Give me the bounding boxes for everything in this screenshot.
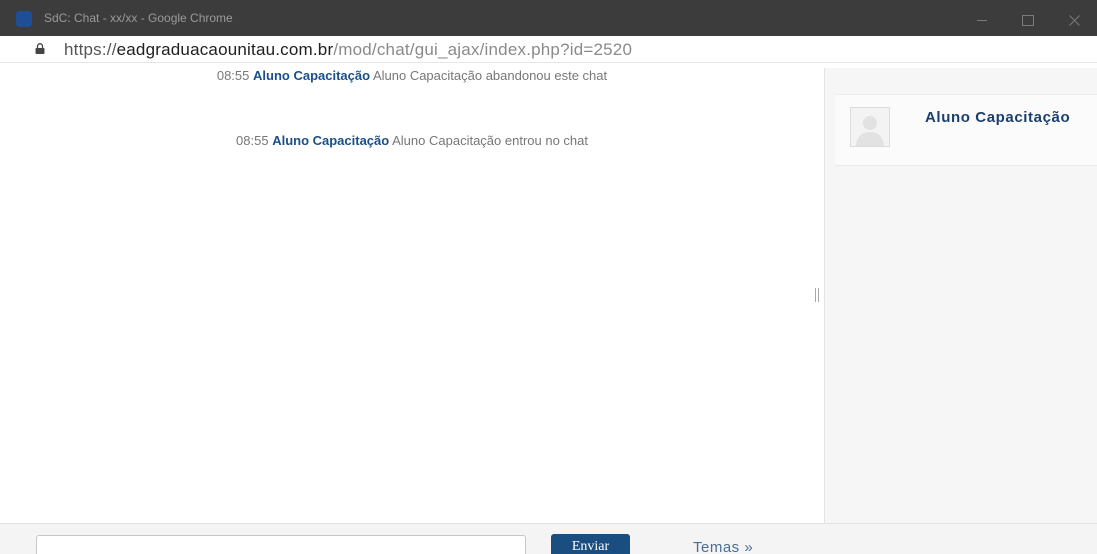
avatar-silhouette — [856, 116, 884, 146]
resize-handle[interactable] — [815, 288, 819, 302]
chat-message: 08:55 Aluno Capacitação Aluno Capacitaçã… — [0, 133, 824, 148]
address-bar[interactable]: https://eadgraduacaounitau.com.br/mod/ch… — [0, 36, 1097, 63]
message-input[interactable] — [36, 535, 526, 554]
user-avatar-icon — [850, 107, 890, 147]
chat-message: 08:55 Aluno Capacitação Aluno Capacitaçã… — [0, 68, 824, 83]
message-time: 08:55 — [216, 68, 250, 83]
browser-window: SdC: Chat - xx/xx - Google Chrome https:… — [0, 0, 1097, 554]
url-domain: eadgraduacaounitau.com.br — [116, 40, 334, 59]
user-list: Aluno Capacitação — [825, 68, 1097, 523]
url-scheme: https:// — [64, 40, 117, 59]
message-text: Aluno Capacitação abandonou este chat — [372, 68, 608, 83]
window-title: SdC: Chat - xx/xx - Google Chrome — [44, 11, 233, 25]
message-text: Aluno Capacitação entrou no chat — [392, 133, 588, 148]
minimize-button[interactable] — [959, 0, 1005, 40]
message-user[interactable]: Aluno Capacitação — [253, 68, 370, 83]
minimize-icon — [977, 19, 987, 21]
user-list-item[interactable]: Aluno Capacitação — [835, 94, 1097, 166]
composer-bar: Enviar Temas » — [0, 523, 1097, 554]
lock-icon — [35, 43, 45, 54]
maximize-button[interactable] — [1005, 0, 1051, 40]
message-time: 08:55 — [236, 133, 269, 148]
themes-link[interactable]: Temas » — [693, 539, 753, 554]
title-bar: SdC: Chat - xx/xx - Google Chrome — [0, 0, 1097, 40]
url-text[interactable]: https://eadgraduacaounitau.com.br/mod/ch… — [64, 40, 632, 60]
maximize-icon — [1022, 14, 1034, 26]
site-favicon-icon — [16, 11, 32, 27]
user-name[interactable]: Aluno Capacitação — [925, 105, 1085, 130]
close-icon — [1068, 14, 1080, 26]
send-button[interactable]: Enviar — [551, 534, 630, 554]
url-path: /mod/chat/gui_ajax/index.php?id=2520 — [333, 40, 633, 59]
close-button[interactable] — [1051, 0, 1097, 40]
chat-messages: 08:55 Aluno Capacitação Aluno Capacitaçã… — [0, 63, 824, 523]
message-user[interactable]: Aluno Capacitação — [272, 133, 389, 148]
window-controls — [959, 0, 1097, 40]
